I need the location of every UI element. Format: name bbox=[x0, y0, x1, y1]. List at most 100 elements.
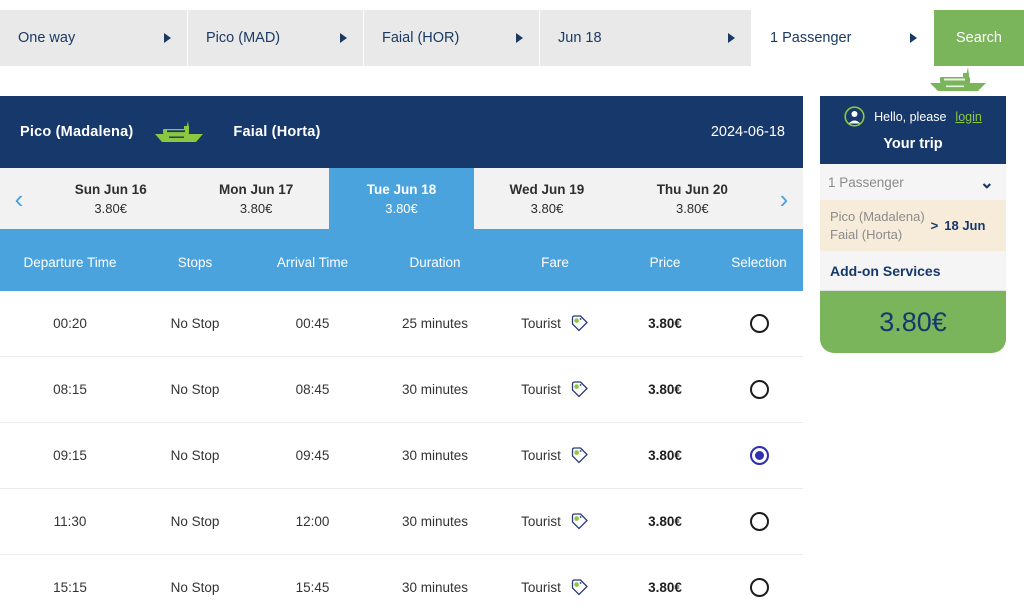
fare-label: Tourist bbox=[521, 382, 561, 397]
table-row[interactable]: 00:20 No Stop 00:45 25 minutes Tourist 3… bbox=[0, 291, 803, 357]
chevron-left-icon[interactable]: ‹ bbox=[0, 168, 38, 229]
cell-selection[interactable] bbox=[715, 512, 803, 531]
user-avatar-icon bbox=[844, 106, 865, 127]
addon-services-label: Add-on Services bbox=[830, 263, 941, 280]
trip-route: Pico (Madalena) Faial (Horta) bbox=[830, 208, 925, 243]
chevron-right-icon[interactable]: › bbox=[765, 168, 803, 229]
cell-duration: 30 minutes bbox=[401, 514, 469, 529]
cell-stops: No Stop bbox=[170, 448, 220, 463]
date-tab-4[interactable]: Thu Jun 20 3.80€ bbox=[620, 168, 765, 229]
column-header-departure: Departure Time bbox=[23, 254, 117, 270]
passengers-field[interactable]: 1 Passenger bbox=[752, 10, 934, 66]
origin-field[interactable]: Pico (MAD) bbox=[188, 10, 364, 66]
caret-right-icon bbox=[910, 33, 917, 43]
date-tab-price: 3.80€ bbox=[676, 200, 709, 216]
table-row[interactable]: 11:30 No Stop 12:00 30 minutes Tourist 3… bbox=[0, 489, 803, 555]
date-field[interactable]: Jun 18 bbox=[540, 10, 752, 66]
date-tab-0[interactable]: Sun Jun 16 3.80€ bbox=[38, 168, 183, 229]
cell-fare: Tourist bbox=[495, 446, 615, 465]
price-tag-icon[interactable] bbox=[570, 446, 589, 465]
caret-right-icon bbox=[516, 33, 523, 43]
date-tabs: Sun Jun 16 3.80€ Mon Jun 17 3.80€ Tue Ju… bbox=[38, 168, 765, 229]
trip-summary-row[interactable]: Pico (Madalena) Faial (Horta) > 18 Jun bbox=[820, 200, 1006, 252]
passenger-count-label: 1 Passenger bbox=[828, 174, 904, 190]
date-strip: ‹ Sun Jun 16 3.80€ Mon Jun 17 3.80€ Tue … bbox=[0, 168, 803, 233]
route-header: Pico (Madalena) Faial (Horta) 2024-06-18 bbox=[0, 96, 803, 168]
trip-type-field[interactable]: One way bbox=[0, 10, 188, 66]
date-tab-price: 3.80€ bbox=[239, 200, 273, 216]
radio-button[interactable] bbox=[749, 314, 769, 333]
column-header-arrival: Arrival Time bbox=[276, 254, 349, 270]
price-tag-icon[interactable] bbox=[570, 578, 589, 597]
date-value: Jun 18 bbox=[558, 30, 602, 46]
cell-departure: 15:15 bbox=[53, 580, 87, 595]
price-tag-icon[interactable] bbox=[570, 314, 589, 333]
cell-fare: Tourist bbox=[495, 314, 615, 333]
route-date: 2024-06-18 bbox=[710, 124, 785, 140]
cell-duration: 30 minutes bbox=[401, 382, 469, 397]
ferry-icon bbox=[930, 67, 986, 91]
addon-services-section[interactable]: Add-on Services bbox=[820, 251, 1006, 292]
sidebar-header: Hello, please login Your trip bbox=[820, 96, 1006, 164]
date-tab-day: Mon Jun 17 bbox=[218, 181, 294, 197]
greeting-text: Hello, please bbox=[874, 109, 947, 124]
route-origin: Pico (Madalena) bbox=[20, 124, 134, 140]
radio-button[interactable] bbox=[749, 512, 769, 531]
fare-label: Tourist bbox=[521, 316, 561, 331]
cell-price: 3.80€ bbox=[648, 580, 682, 595]
cell-selection[interactable] bbox=[715, 578, 803, 597]
cell-stops: No Stop bbox=[170, 514, 220, 529]
origin-value: Pico (MAD) bbox=[206, 30, 281, 46]
sidebar-title: Your trip bbox=[883, 136, 943, 152]
cell-price: 3.80€ bbox=[648, 382, 682, 397]
cell-selection[interactable] bbox=[715, 446, 803, 465]
fare-label: Tourist bbox=[521, 580, 561, 595]
route-destination: Faial (Horta) bbox=[233, 124, 321, 140]
cell-stops: No Stop bbox=[170, 382, 220, 397]
cell-price: 3.80€ bbox=[648, 316, 682, 331]
date-tab-2[interactable]: Tue Jun 18 3.80€ bbox=[328, 168, 475, 229]
search-bar: One way Pico (MAD) Faial (HOR) Jun 18 1 … bbox=[0, 10, 1024, 66]
table-row[interactable]: 08:15 No Stop 08:45 30 minutes Tourist 3… bbox=[0, 357, 803, 423]
booking-results-page: One way Pico (MAD) Faial (HOR) Jun 18 1 … bbox=[0, 0, 1024, 610]
login-link[interactable]: login bbox=[955, 110, 981, 124]
date-tab-price: 3.80€ bbox=[385, 200, 418, 216]
price-tag-icon[interactable] bbox=[570, 380, 589, 399]
cell-stops: No Stop bbox=[170, 316, 220, 331]
cell-departure: 00:20 bbox=[53, 316, 87, 331]
radio-button-selected[interactable] bbox=[749, 446, 769, 465]
date-tab-1[interactable]: Mon Jun 17 3.80€ bbox=[183, 168, 328, 229]
cell-fare: Tourist bbox=[495, 380, 615, 399]
search-button[interactable]: Search bbox=[934, 10, 1024, 66]
destination-field[interactable]: Faial (HOR) bbox=[364, 10, 540, 66]
fare-label: Tourist bbox=[521, 514, 561, 529]
destination-value: Faial (HOR) bbox=[382, 30, 460, 46]
cell-arrival: 09:45 bbox=[295, 448, 330, 463]
radio-button[interactable] bbox=[749, 578, 769, 597]
date-tab-3[interactable]: Wed Jun 19 3.80€ bbox=[474, 168, 619, 229]
price-tag-icon[interactable] bbox=[570, 512, 589, 531]
radio-button[interactable] bbox=[749, 380, 769, 399]
trip-sidebar: Hello, please login Your trip 1 Passenge… bbox=[820, 96, 1006, 354]
cell-departure: 08:15 bbox=[53, 382, 87, 397]
cell-arrival: 00:45 bbox=[295, 316, 330, 331]
passenger-selector[interactable]: 1 Passenger ⌄ bbox=[820, 164, 1006, 200]
date-tab-day: Wed Jun 19 bbox=[509, 181, 585, 197]
column-header-price: Price bbox=[649, 254, 681, 270]
column-header-duration: Duration bbox=[409, 254, 461, 270]
table-row[interactable]: 15:15 No Stop 15:45 30 minutes Tourist 3… bbox=[0, 555, 803, 610]
table-row[interactable]: 09:15 No Stop 09:45 30 minutes Tourist 3… bbox=[0, 423, 803, 489]
cell-selection[interactable] bbox=[715, 314, 803, 333]
column-header-fare: Fare bbox=[541, 254, 569, 270]
cell-fare: Tourist bbox=[495, 578, 615, 597]
results-panel: Pico (Madalena) Faial (Horta) 2024-06-18… bbox=[0, 96, 803, 610]
trip-type-value: One way bbox=[18, 30, 76, 46]
trip-origin: Pico (Madalena) bbox=[830, 209, 925, 224]
chevron-down-icon[interactable]: ⌄ bbox=[980, 174, 994, 191]
cell-duration: 30 minutes bbox=[401, 448, 469, 463]
column-header-selection: Selection bbox=[731, 254, 787, 270]
date-tab-day: Thu Jun 20 bbox=[656, 181, 728, 197]
cell-selection[interactable] bbox=[715, 380, 803, 399]
cell-duration: 25 minutes bbox=[401, 316, 469, 331]
date-tab-price: 3.80€ bbox=[530, 200, 564, 216]
